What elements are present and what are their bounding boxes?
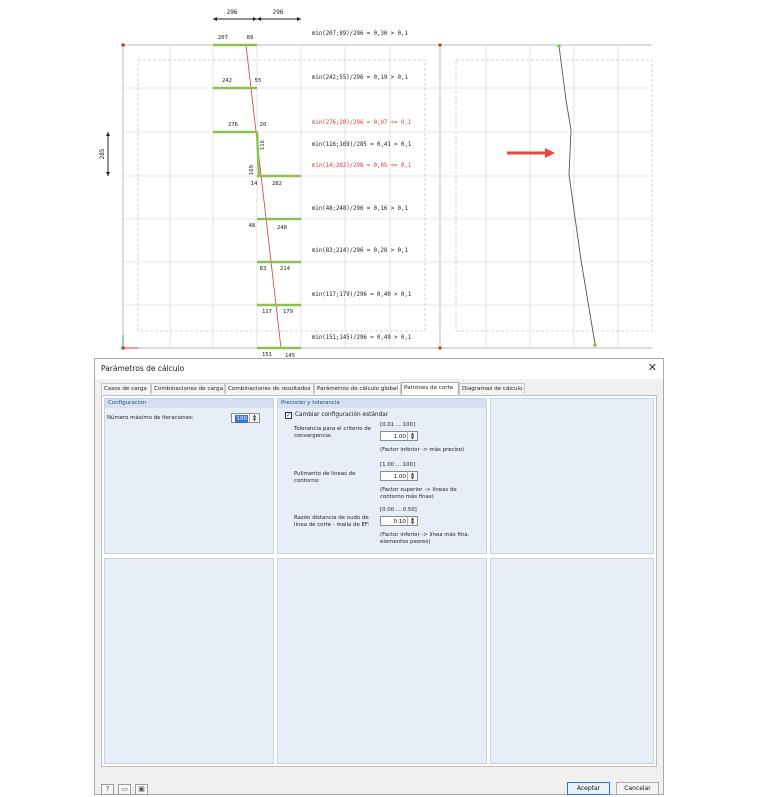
dialog-title: Parámetros de cálculo <box>101 364 185 373</box>
precision-header: Precisión y tolerancia <box>278 399 486 408</box>
help-icon[interactable]: ? <box>101 784 114 795</box>
close-icon[interactable]: ✕ <box>648 361 657 375</box>
cut-right-value: 169 <box>249 165 255 175</box>
top-dimension: 296 296 <box>213 9 301 21</box>
cut-right-value: 214 <box>280 266 291 272</box>
cut-left-value: 116 <box>260 140 266 150</box>
formula-text: min(151;145)/296 = 0,49 > 0,1 <box>312 335 412 341</box>
cut-right-value: 20 <box>260 122 267 128</box>
cut-node-top <box>557 44 561 48</box>
cut-right-value: 55 <box>255 78 262 84</box>
cut-left-value: 207 <box>218 35 228 41</box>
tab-load-combinations[interactable]: Combinaciones de carga <box>151 383 225 394</box>
spinner-arrows-icon[interactable]: ▲ ▼ <box>407 432 417 440</box>
cut-left-value: 117 <box>262 309 272 315</box>
straight-reference-line <box>245 44 282 349</box>
ok-button[interactable]: Aceptar <box>567 782 610 795</box>
tab-load-cases[interactable]: Casos de carga <box>101 383 151 394</box>
spinner-arrows-icon[interactable]: ▲ ▼ <box>249 414 259 422</box>
save-icon[interactable]: ▣ <box>135 784 148 795</box>
right-panel-frame <box>438 43 653 350</box>
ratio-label: Razón distancia de nudo de <box>294 515 369 521</box>
tab-cutting-patterns[interactable]: Patrones de corte <box>401 382 459 395</box>
empty-panel-bottom-right <box>490 558 654 764</box>
empty-panel-top-right <box>490 398 654 554</box>
formula-text: min(48;248)/296 = 0,16 > 0,1 <box>312 206 408 212</box>
tab-global-parameters[interactable]: Parámetros de cálculo global <box>314 383 401 394</box>
cutting-pattern-figure: 296 296 285 207 89 242 55 276 20 116 169 14 282 48… <box>99 9 653 358</box>
top-dim-left: 296 <box>227 9 238 16</box>
tolerance-spinner[interactable]: 1.00 ▲ ▼ <box>380 431 418 441</box>
smoothing-note: (Factor superior -> líneas de <box>380 487 457 493</box>
ratio-label-2: línea de corte - malla de EF: <box>294 522 370 528</box>
precision-panel: Precisión y tolerancia ✓ Cambiar configu… <box>277 398 487 554</box>
smoothing-note-2: contorno más finas) <box>380 494 434 500</box>
tolerance-note: (Factor inferior -> más preciso) <box>380 447 465 453</box>
dialog-titlebar: Parámetros de cálculo ✕ <box>95 359 663 379</box>
cut-left-value: 48 <box>249 223 256 229</box>
ratio-spinner[interactable]: 0.10 ▲ ▼ <box>380 516 418 526</box>
cut-right-value: 282 <box>272 181 282 187</box>
change-settings-checkbox[interactable]: ✓ <box>285 412 292 419</box>
empty-panel-bottom-center <box>277 558 487 764</box>
configuration-header: Configuración <box>105 399 273 408</box>
spinner-arrows-icon[interactable]: ▲ ▼ <box>407 472 417 480</box>
formula-text: min(242;55)/296 = 0,19 > 0,1 <box>312 75 408 81</box>
tolerance-range: [0.01 ... 100] <box>380 422 416 428</box>
formula-text: min(276;20)/296 = 0,07 <= 0,1 <box>312 120 412 126</box>
left-dimension: 285 <box>99 132 110 176</box>
cut-right-value: 89 <box>247 35 254 41</box>
optimized-cut-line <box>558 45 596 345</box>
cut-right-value: 179 <box>283 309 293 315</box>
top-dim-right: 296 <box>273 9 284 16</box>
formula-text: min(117;179)/296 = 0,40 > 0,1 <box>312 292 412 298</box>
cut-left-value: 83 <box>260 266 267 272</box>
tab-result-combinations[interactable]: Combinaciones de resultados <box>225 383 314 394</box>
empty-panel-bottom-left <box>104 558 274 764</box>
cut-left-value: 242 <box>222 78 232 84</box>
ratio-note: (Factor inferior -> línea más fina, <box>380 532 470 538</box>
cut-right-value: 248 <box>277 225 288 231</box>
cut-left-value: 14 <box>251 181 258 187</box>
cut-node-bottom <box>593 343 597 347</box>
corner-node <box>438 43 442 47</box>
tab-calculation-diagrams[interactable]: Diagramas de cálculo <box>459 383 525 394</box>
ratio-range: [0.00 ... 0.50] <box>380 507 417 513</box>
formula-labels: min(207;89)/296 = 0,30 > 0,1 min(242;55)/… <box>312 31 412 341</box>
ratio-note-2: elementos peores) <box>380 539 431 545</box>
smoothing-spinner[interactable]: 1.00 ▲ ▼ <box>380 471 418 481</box>
ratio-value: 0.10 <box>393 519 406 525</box>
calculation-parameters-dialog: Parámetros de cálculo ✕ Casos de carga C… <box>94 358 664 795</box>
corner-node <box>438 346 442 350</box>
max-iterations-value: 100 <box>235 415 248 423</box>
max-iterations-spinner[interactable]: 100 ▲ ▼ <box>231 413 260 423</box>
formula-text: min(14;282)/296 = 0,05 <= 0,1 <box>312 163 412 169</box>
tolerance-value: 1.00 <box>393 434 406 440</box>
transform-arrow-icon <box>507 148 555 158</box>
configuration-panel: Configuración Número máximo de iteracion… <box>104 398 274 554</box>
tab-content: Configuración Número máximo de iteracion… <box>101 395 657 767</box>
formula-text: min(207;89)/296 = 0,30 > 0,1 <box>312 31 408 37</box>
smoothing-value: 1.00 <box>393 474 406 480</box>
change-settings-label[interactable]: Cambiar configuración estándar <box>295 412 388 419</box>
right-grid <box>440 45 652 348</box>
tolerance-label: Tolerancia para el criterio de <box>294 426 371 432</box>
smoothing-label-2: contorno: <box>294 478 320 484</box>
cancel-button[interactable]: Cancelar <box>616 782 659 795</box>
smoothing-label: Pulimento de líneas de <box>294 471 356 477</box>
cut-labels: 207 89 242 55 276 20 116 169 14 282 48 248 83 214 117 1… <box>218 35 295 358</box>
left-grid <box>123 45 440 348</box>
left-dim-label: 285 <box>99 148 106 159</box>
formula-text: min(116;169)/285 = 0,41 > 0,1 <box>312 142 412 148</box>
cut-left-value: 276 <box>228 122 238 128</box>
spinner-arrows-icon[interactable]: ▲ ▼ <box>407 517 417 525</box>
formula-text: min(83;214)/296 = 0,28 > 0,1 <box>312 248 408 254</box>
max-iterations-label: Número máximo de iteraciones: <box>107 415 194 421</box>
smoothing-range: [1.00 ... 100] <box>380 462 416 468</box>
open-folder-icon[interactable]: ▭ <box>118 784 131 795</box>
tolerance-label-2: convergencia: <box>294 433 333 439</box>
corner-node <box>121 43 125 47</box>
